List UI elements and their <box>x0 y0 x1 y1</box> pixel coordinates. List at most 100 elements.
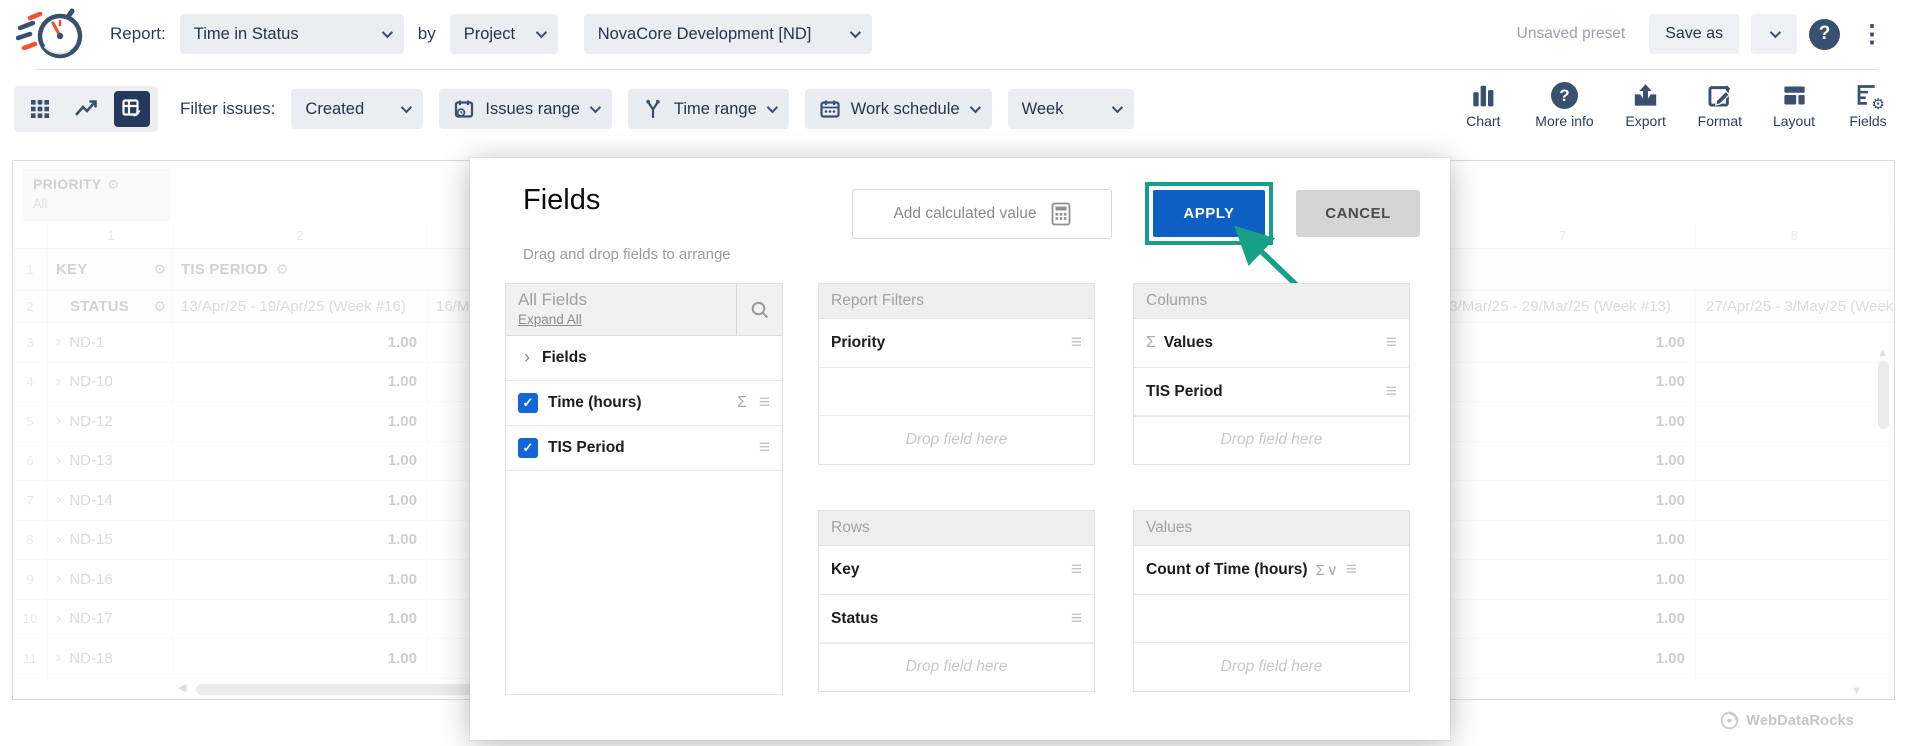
layout-action[interactable]: Layout <box>1772 82 1816 129</box>
checkbox-checked[interactable]: ✓ <box>518 393 538 413</box>
value-item-count-of-time[interactable]: Count of Time (hours) Σ ∨ ≡ <box>1134 546 1409 595</box>
work-schedule-button[interactable]: Work schedule <box>805 89 992 129</box>
row-number: 11 <box>13 639 48 678</box>
rows-drop-zone[interactable]: Drop field here <box>819 642 1094 691</box>
issue-key-cell: › ND-14 <box>48 481 173 520</box>
calendar-clock-icon <box>453 98 475 120</box>
gear-icon[interactable]: ⚙ <box>276 261 289 278</box>
format-action[interactable]: Format <box>1698 82 1742 129</box>
expand-all-link[interactable]: Expand All <box>518 312 582 327</box>
apply-button[interactable]: APPLY <box>1153 190 1265 237</box>
date-column-header-clipped: 27/Apr/25 - 3/May/25 (Week <box>1706 298 1893 315</box>
expand-row-icon[interactable]: › <box>56 412 61 430</box>
scroll-down-icon[interactable]: ▼ <box>1851 685 1862 697</box>
save-as-button[interactable]: Save as <box>1649 14 1739 54</box>
expand-row-icon[interactable]: › <box>56 452 61 470</box>
col-number-8: 8 <box>1696 223 1894 248</box>
more-info-action[interactable]: ? More info <box>1535 82 1593 129</box>
horizontal-scrollbar[interactable] <box>196 684 511 695</box>
report-filters-title: Report Filters <box>819 284 1094 319</box>
dialog-title: Fields <box>523 184 600 217</box>
time-range-button[interactable]: Time range <box>628 89 789 129</box>
field-item-time-hours[interactable]: ✓ Time (hours) Σ ≡ <box>506 381 782 426</box>
filters-drop-zone[interactable]: Drop field here <box>819 415 1094 464</box>
expand-row-icon[interactable]: › <box>56 491 61 509</box>
row-number: 1 <box>13 249 48 290</box>
expand-row-icon[interactable]: › <box>56 333 61 351</box>
sigma-icon[interactable]: Σ <box>737 394 747 412</box>
checkbox-checked[interactable]: ✓ <box>518 438 538 458</box>
drag-handle-icon[interactable]: ≡ <box>1071 608 1082 630</box>
report-filter-priority-box[interactable]: PRIORITY⚙ All <box>23 169 171 221</box>
drag-handle-icon[interactable]: ≡ <box>1386 381 1397 403</box>
value-cell-week13: 1.00 <box>1431 521 1696 560</box>
chart-action[interactable]: Chart <box>1461 82 1505 129</box>
row-number: 8 <box>13 521 48 560</box>
drag-handle-icon[interactable]: ≡ <box>1071 332 1082 354</box>
vertical-scrollbar[interactable] <box>1878 361 1889 429</box>
expand-row-icon[interactable]: › <box>56 610 61 628</box>
columns-drop-zone[interactable]: Drop field here <box>1134 415 1409 464</box>
preset-status: Unsaved preset <box>1517 25 1626 43</box>
gear-icon[interactable]: ⚙ <box>153 298 166 315</box>
expand-row-icon[interactable]: › <box>56 649 61 667</box>
project-select[interactable]: NovaCore Development [ND] <box>584 14 872 54</box>
scroll-up-icon[interactable]: ▲ <box>1877 347 1888 359</box>
columns-title: Columns <box>1134 284 1409 319</box>
filter-item-priority[interactable]: Priority ≡ <box>819 319 1094 368</box>
value-cell-week13: 1.00 <box>1431 639 1696 678</box>
fields-tree-group[interactable]: › Fields <box>506 336 782 381</box>
row-number: 9 <box>13 560 48 599</box>
grid-view-button[interactable] <box>22 91 58 127</box>
drag-handle-icon[interactable]: ≡ <box>1071 559 1082 581</box>
column-item-values[interactable]: Σ Values ≡ <box>1134 319 1409 368</box>
sigma-icon: Σ <box>1316 562 1325 579</box>
issue-key-cell: › ND-10 <box>48 363 173 402</box>
expand-row-icon[interactable]: › <box>56 373 61 391</box>
fields-dialog: Fields Drag and drop fields to arrange A… <box>470 158 1450 740</box>
gear-icon[interactable]: ⚙ <box>108 177 120 192</box>
help-button[interactable]: ? <box>1809 19 1840 50</box>
chevron-down-icon <box>767 102 778 113</box>
export-action[interactable]: Export <box>1624 82 1668 129</box>
gear-icon[interactable]: ⚙ <box>153 261 166 278</box>
period-select[interactable]: Week <box>1008 89 1134 129</box>
values-drop-zone[interactable]: Drop field here <box>1134 642 1409 691</box>
drag-handle-icon[interactable]: ≡ <box>1386 332 1397 354</box>
expand-row-icon[interactable]: › <box>56 570 61 588</box>
created-filter-select[interactable]: Created <box>291 89 423 129</box>
report-filters-panel: Report Filters Priority ≡ Drop field her… <box>818 283 1095 465</box>
drag-handle-icon[interactable]: ≡ <box>759 392 770 414</box>
issues-range-button[interactable]: Issues range <box>439 89 611 129</box>
aggregation-dropdown[interactable]: Σ ∨ <box>1316 561 1338 579</box>
group-by-select[interactable]: Project <box>450 14 558 54</box>
save-as-dropdown-button[interactable] <box>1751 14 1797 54</box>
report-type-select[interactable]: Time in Status <box>180 14 404 54</box>
issue-key: ND-15 <box>69 531 112 548</box>
cancel-button[interactable]: CANCEL <box>1296 190 1420 237</box>
row-item-key[interactable]: Key ≡ <box>819 546 1094 595</box>
column-item-tis-period[interactable]: TIS Period ≡ <box>1134 368 1409 417</box>
issue-key: ND-17 <box>69 610 112 627</box>
drag-handle-icon[interactable]: ≡ <box>1346 559 1357 581</box>
expand-row-icon[interactable]: › <box>56 531 61 549</box>
fields-action[interactable]: ⚙ Fields <box>1846 82 1890 129</box>
drag-handle-icon[interactable]: ≡ <box>759 437 770 459</box>
dialog-subtitle: Drag and drop fields to arrange <box>523 246 731 263</box>
field-item-tis-period[interactable]: ✓ TIS Period ≡ <box>506 426 782 471</box>
add-calculated-value-button[interactable]: Add calculated value <box>852 189 1112 239</box>
pivot-table-icon <box>120 97 144 121</box>
value-cell-week13: 1.00 <box>1431 481 1696 520</box>
values-panel: Values Count of Time (hours) Σ ∨ ≡ Drop … <box>1133 510 1410 692</box>
chart-view-button[interactable] <box>68 91 104 127</box>
value-cell-week16: 1.00 <box>173 323 428 362</box>
row-item-status[interactable]: Status ≡ <box>819 595 1094 644</box>
search-button[interactable] <box>736 284 782 335</box>
pivot-view-button[interactable] <box>114 91 150 127</box>
all-fields-panel: All Fields Expand All › Fields ✓ Time (h… <box>505 283 783 695</box>
chevron-right-icon[interactable]: › <box>524 347 530 368</box>
calculator-icon <box>1051 202 1071 226</box>
scroll-left-icon[interactable]: ◀ <box>178 681 186 694</box>
overflow-menu-button[interactable]: ⋮ <box>1852 20 1892 49</box>
chevron-down-icon <box>401 102 412 113</box>
